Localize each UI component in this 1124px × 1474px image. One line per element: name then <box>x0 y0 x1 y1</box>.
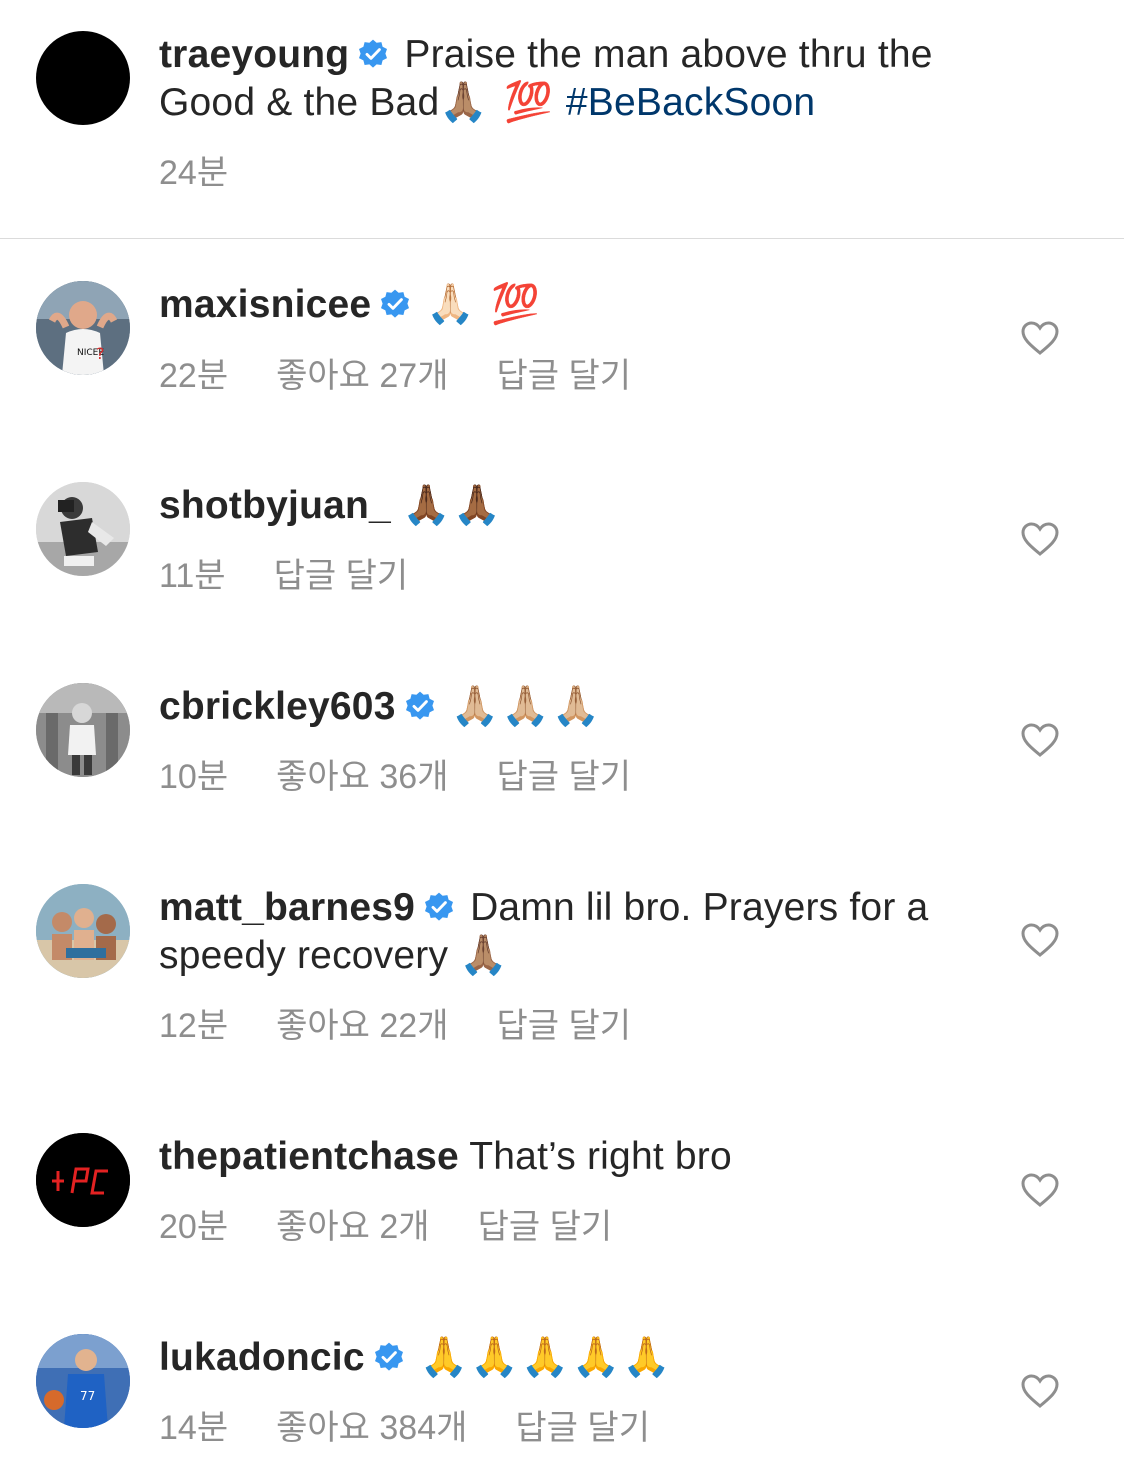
reply-button[interactable]: 답글 달기 <box>274 556 409 596</box>
reply-button[interactable]: 답글 달기 <box>497 757 632 797</box>
comment-likes[interactable]: 좋아요 22개 <box>276 1006 448 1046</box>
comment-text: cbrickley603 🙏🏼🙏🏼🙏🏼 <box>159 683 999 731</box>
avatar-matt-barnes9[interactable] <box>36 884 130 978</box>
reply-button[interactable]: 답글 달기 <box>478 1207 613 1247</box>
comment-meta: 10분 좋아요 36개 답글 달기 <box>159 757 679 797</box>
comment-time: 14분 <box>159 1409 229 1447</box>
avatar-shotbyjuan[interactable] <box>36 482 130 576</box>
avatar-image <box>36 884 130 978</box>
heart-outline-icon[interactable] <box>1020 1373 1060 1409</box>
comment-likes[interactable]: 좋아요 27개 <box>276 356 448 396</box>
reply-button[interactable]: 답글 달기 <box>497 356 632 396</box>
comment-username[interactable]: shotbyjuan_ <box>159 484 391 527</box>
comment-emoji: 🙏🏽 <box>459 933 510 978</box>
caption-emoji: 🙏🏽 💯 <box>439 80 555 125</box>
avatar-thepatientchase[interactable] <box>36 1133 130 1227</box>
reply-button[interactable]: 답글 달기 <box>497 1006 632 1046</box>
caption-meta: 24분 <box>159 153 276 193</box>
comment-meta: 12분 좋아요 22개 답글 달기 <box>159 1006 679 1046</box>
comment-meta: 11분 답글 달기 <box>159 556 456 596</box>
comment-emoji: 🙏🏼🙏🏼🙏🏼 <box>450 684 603 729</box>
caption-text: traeyoung Praise the man above thru the … <box>159 31 999 127</box>
svg-text:?: ? <box>96 344 105 363</box>
avatar-lukadoncic[interactable]: 77 <box>36 1334 130 1428</box>
reply-button[interactable]: 답글 달기 <box>515 1408 650 1448</box>
comment-time: 20분 <box>159 1208 229 1246</box>
comment-meta: 22분 좋아요 27개 답글 달기 <box>159 356 679 396</box>
comment-time: 12분 <box>159 1007 229 1045</box>
caption-time: 24분 <box>159 154 229 192</box>
caption-username[interactable]: traeyoung <box>159 33 349 76</box>
comment-text: shotbyjuan_ 🙏🏾🙏🏾 <box>159 482 999 530</box>
comment-emoji: 🙏🙏🙏🙏🙏 <box>419 1335 673 1380</box>
avatar-cbrickley603[interactable] <box>36 683 130 777</box>
caption-hashtag[interactable]: #BeBackSoon <box>566 81 815 124</box>
comment-text: lukadoncic 🙏🙏🙏🙏🙏 <box>159 1334 999 1382</box>
comment-time: 11분 <box>159 557 226 595</box>
post-caption: traeyoung Praise the man above thru the … <box>0 0 1124 238</box>
avatar-traeyoung[interactable] <box>36 31 130 125</box>
divider <box>0 238 1124 239</box>
verified-badge-icon <box>425 892 454 921</box>
comment-likes[interactable]: 좋아요 2개 <box>276 1207 429 1247</box>
comment-likes[interactable]: 좋아요 36개 <box>276 757 448 797</box>
verified-badge-icon <box>381 289 410 318</box>
verified-badge-icon <box>374 1342 403 1371</box>
comment-time: 22분 <box>159 357 229 395</box>
comment-time: 10분 <box>159 758 229 796</box>
heart-outline-icon[interactable] <box>1020 521 1060 557</box>
heart-outline-icon[interactable] <box>1020 722 1060 758</box>
svg-text:77: 77 <box>80 1389 95 1403</box>
comment-text: maxisnicee 🙏🏻 💯 <box>159 281 999 329</box>
verified-badge-icon <box>359 39 388 68</box>
heart-outline-icon[interactable] <box>1020 1172 1060 1208</box>
comment-emoji: 🙏🏻 💯 <box>426 282 542 327</box>
comment-username[interactable]: thepatientchase <box>159 1135 459 1178</box>
comment-username[interactable]: maxisnicee <box>159 283 371 326</box>
verified-badge-icon <box>405 691 434 720</box>
comment-body: That’s right bro <box>469 1135 732 1178</box>
comment-meta: 14분 좋아요 384개 답글 달기 <box>159 1408 698 1448</box>
avatar-image <box>36 683 130 777</box>
heart-outline-icon[interactable] <box>1020 922 1060 958</box>
comment-username[interactable]: matt_barnes9 <box>159 886 415 929</box>
avatar-image: 77 <box>36 1334 130 1428</box>
avatar-image <box>36 482 130 576</box>
comment-username[interactable]: lukadoncic <box>159 1336 365 1379</box>
avatar-image <box>36 1133 130 1227</box>
avatar-maxisnicee[interactable]: NICEE ? <box>36 281 130 375</box>
avatar-image: NICEE ? <box>36 281 130 375</box>
comment-text: matt_barnes9 Damn lil bro. Prayers for a… <box>159 884 999 980</box>
comment-username[interactable]: cbrickley603 <box>159 685 396 728</box>
comment-emoji: 🙏🏾🙏🏾 <box>401 483 504 528</box>
comment-meta: 20분 좋아요 2개 답글 달기 <box>159 1207 660 1247</box>
comment-text: thepatientchase That’s right bro <box>159 1133 999 1181</box>
heart-outline-icon[interactable] <box>1020 320 1060 356</box>
comment-likes[interactable]: 좋아요 384개 <box>276 1408 467 1448</box>
